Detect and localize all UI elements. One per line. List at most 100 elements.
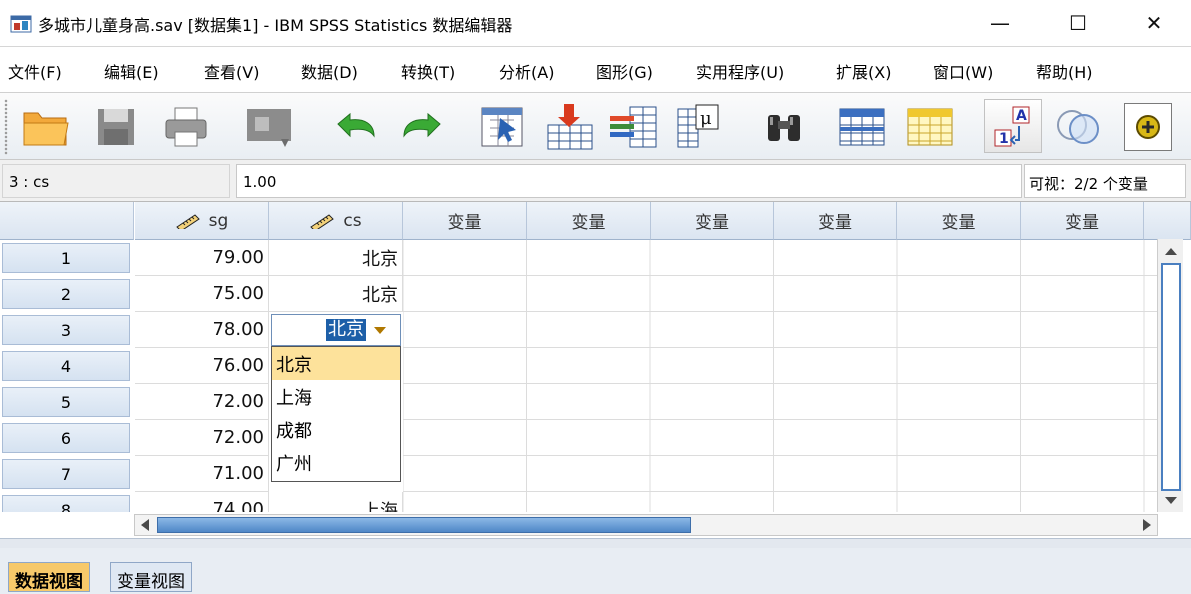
combobox-selected-value: 北京 (326, 319, 366, 341)
chevron-down-icon[interactable] (374, 327, 386, 334)
scroll-down-icon[interactable] (1163, 495, 1179, 507)
close-icon: ✕ (1145, 11, 1163, 35)
cell-sg[interactable]: 71.00 (135, 456, 269, 492)
row-header[interactable]: 4 (2, 351, 130, 381)
value-labels-button[interactable]: A 1 (984, 99, 1042, 153)
column-header-empty[interactable]: 变量 (897, 202, 1021, 240)
dropdown-option[interactable]: 成都 (272, 413, 400, 446)
column-header-sg[interactable]: sg (135, 202, 269, 240)
cell-sg[interactable]: 76.00 (135, 348, 269, 384)
horizontal-scroll-thumb[interactable] (157, 517, 691, 533)
svg-text:μ: μ (700, 108, 712, 129)
title-bar: 多城市儿童身高.sav [数据集1] - IBM SPSS Statistics… (0, 0, 1191, 46)
close-button[interactable]: ✕ (1131, 8, 1177, 38)
value-labels-icon: A 1 (994, 106, 1030, 147)
tab-data-view[interactable]: 数据视图 (8, 562, 90, 592)
open-button[interactable] (20, 101, 72, 153)
cell-sg[interactable]: 72.00 (135, 420, 269, 456)
column-header-cs[interactable]: cs (269, 202, 403, 240)
scroll-up-icon[interactable] (1163, 245, 1179, 257)
scale-ruler-icon (175, 213, 200, 229)
menu-view[interactable]: 查看(V) (204, 59, 259, 83)
row-header[interactable]: 8 (2, 495, 130, 512)
menu-analyze[interactable]: 分析(A) (499, 59, 554, 83)
horizontal-scrollbar[interactable] (134, 514, 1158, 536)
add-on-button[interactable] (1124, 103, 1172, 151)
menu-bar: 文件(F) 编辑(E) 查看(V) 数据(D) 转换(T) 分析(A) 图形(G… (0, 46, 1191, 92)
vertical-scroll-thumb[interactable] (1161, 263, 1181, 491)
menu-transform[interactable]: 转换(T) (401, 59, 455, 83)
find-button[interactable] (758, 101, 810, 153)
redo-button[interactable] (396, 101, 448, 153)
scroll-left-icon[interactable] (139, 518, 151, 532)
cell-cs[interactable]: 北京 (269, 276, 403, 312)
spss-app-icon (10, 15, 32, 33)
column-label-cs: cs (343, 210, 362, 231)
row-header[interactable]: 2 (2, 279, 130, 309)
pane-splitter[interactable] (0, 538, 1191, 548)
recall-dialog-button[interactable] (244, 101, 296, 153)
goto-variable-button[interactable] (544, 101, 596, 153)
print-icon (165, 107, 207, 147)
dropdown-option[interactable]: 北京 (272, 347, 400, 380)
maximize-button[interactable]: ☐ (1055, 8, 1101, 38)
column-header-empty[interactable]: 变量 (651, 202, 774, 240)
print-button[interactable] (160, 101, 212, 153)
goto-case-icon (481, 107, 523, 147)
undo-icon (337, 112, 375, 138)
column-header-empty[interactable]: 变量 (1021, 202, 1144, 240)
cell-cs[interactable]: 北京 (269, 240, 403, 276)
cell-sg[interactable]: 72.00 (135, 384, 269, 420)
cell-sg[interactable]: 75.00 (135, 276, 269, 312)
cell-sg[interactable]: 79.00 (135, 240, 269, 276)
variables-icon: μ (677, 104, 719, 148)
grid-corner[interactable] (0, 202, 134, 240)
row-header[interactable]: 7 (2, 459, 130, 489)
undo-button[interactable] (330, 101, 382, 153)
menu-file[interactable]: 文件(F) (8, 59, 62, 83)
empty-cells-area[interactable] (403, 240, 1157, 512)
cell-value-editor[interactable]: 1.00 (236, 164, 1022, 198)
use-sets-button[interactable] (1052, 101, 1104, 153)
insert-cases-button[interactable] (608, 101, 660, 153)
tab-variable-view[interactable]: 变量视图 (110, 562, 192, 592)
row-header[interactable]: 5 (2, 387, 130, 417)
select-cases-icon (907, 108, 953, 146)
cell-sg[interactable]: 74.00 (135, 492, 269, 512)
row-header[interactable]: 3 (2, 315, 130, 345)
cs-value-combobox[interactable]: 北京 (271, 314, 401, 346)
row-header[interactable]: 1 (2, 243, 130, 273)
column-header-empty[interactable]: 变量 (774, 202, 897, 240)
menu-extensions[interactable]: 扩展(X) (836, 59, 891, 83)
menu-help[interactable]: 帮助(H) (1036, 59, 1093, 83)
menu-edit[interactable]: 编辑(E) (104, 59, 159, 83)
column-header-empty[interactable]: 变量 (403, 202, 527, 240)
column-header-overflow (1144, 202, 1191, 240)
cell-cs[interactable]: 上海 (269, 492, 403, 512)
dropdown-option[interactable]: 广州 (272, 446, 400, 479)
menu-window[interactable]: 窗口(W) (933, 59, 993, 83)
goto-variable-icon (547, 104, 593, 150)
redo-icon (403, 112, 441, 138)
row-header[interactable]: 6 (2, 423, 130, 453)
toolbar: μ A 1 (0, 92, 1191, 160)
minimize-button[interactable]: — (977, 8, 1023, 38)
cell-sg[interactable]: 78.00 (135, 312, 269, 348)
scroll-right-icon[interactable] (1141, 518, 1153, 532)
menu-utilities[interactable]: 实用程序(U) (696, 59, 784, 83)
select-cases-button[interactable] (904, 101, 956, 153)
scale-ruler-icon (310, 213, 335, 229)
column-header-empty[interactable]: 变量 (527, 202, 651, 240)
split-file-button[interactable] (836, 101, 888, 153)
toolbar-grip[interactable] (4, 99, 8, 155)
save-button[interactable] (90, 101, 142, 153)
cs-value-dropdown-list: 北京 上海 成都 广州 (271, 346, 401, 482)
dropdown-option[interactable]: 上海 (272, 380, 400, 413)
view-tab-bar: 数据视图 变量视图 (0, 548, 1191, 594)
variables-button[interactable]: μ (672, 101, 724, 153)
vertical-scrollbar[interactable] (1157, 239, 1183, 512)
goto-case-button[interactable] (476, 101, 528, 153)
menu-data[interactable]: 数据(D) (301, 59, 358, 83)
data-grid: sg cs 变量 变量 变量 变量 变量 变量 1 79.00 北京 2 75.… (0, 202, 1191, 512)
menu-graphs[interactable]: 图形(G) (596, 59, 653, 83)
